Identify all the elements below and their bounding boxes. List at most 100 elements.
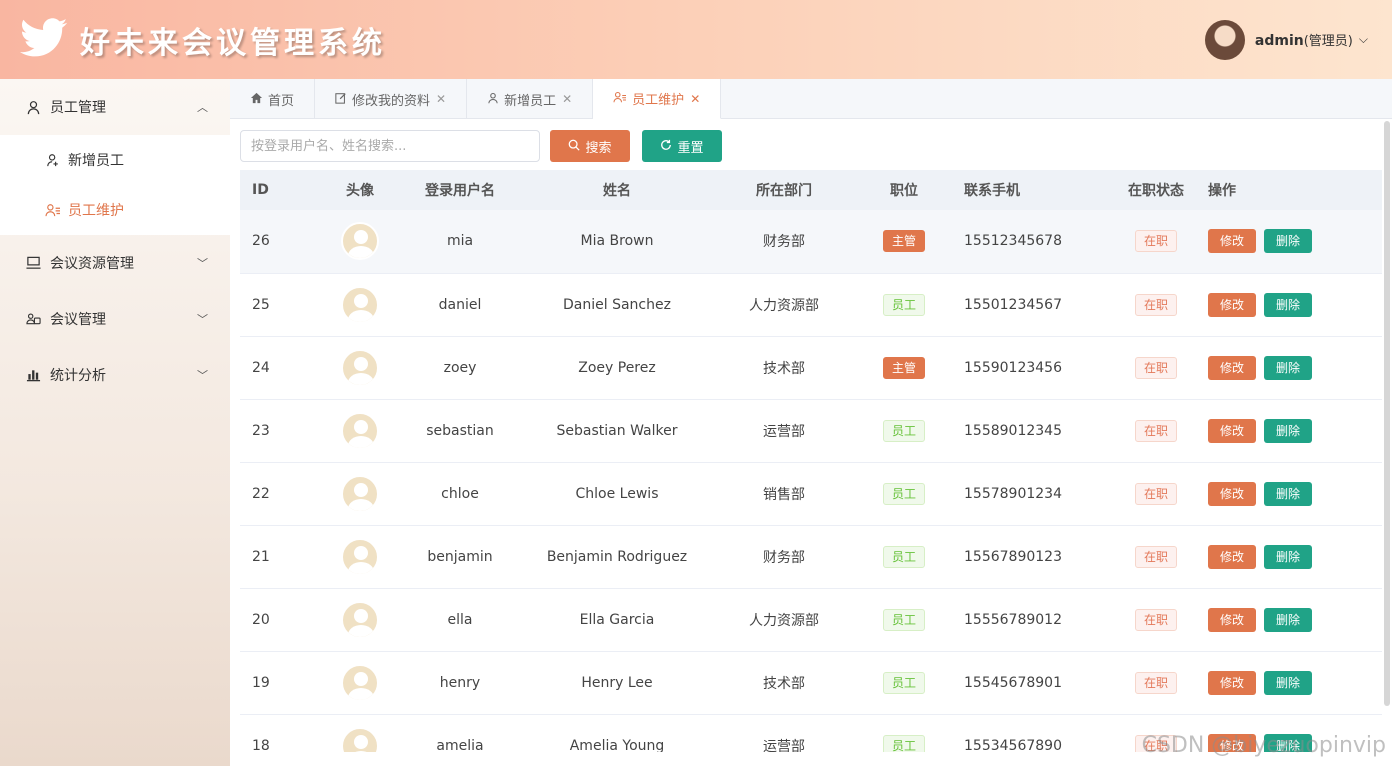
user-icon — [24, 100, 42, 115]
edit-button[interactable]: 修改 — [1208, 292, 1256, 317]
cell-name: Mia Brown — [580, 233, 654, 250]
table-row[interactable]: 24 zoey Zoey Perez 技术部 主管 15590123456 在职 修改 删除 — [240, 336, 1382, 399]
status-badge: 在职 — [1134, 671, 1177, 694]
brand: 好未来会议管理系统 — [0, 17, 386, 62]
table-row[interactable]: 23 sebastian Sebastian Walker 运营部 员工 15589012… — [240, 399, 1382, 462]
user-name[interactable]: admin(管理员) — [1255, 30, 1353, 49]
sidebar-group-meeting[interactable]: 会议管理 ﹀ — [0, 291, 230, 347]
cell-name: Daniel Sanchez — [563, 296, 671, 313]
app-header: 好未来会议管理系统 admin(管理员) ⌵ — [0, 0, 1392, 79]
chevron-down-icon: ﹀ — [197, 369, 208, 382]
edit-button[interactable]: 修改 — [1208, 607, 1256, 632]
cell-position: 员工 — [844, 714, 964, 752]
delete-button[interactable]: 删除 — [1264, 418, 1312, 443]
cell-id: 22 — [252, 485, 270, 502]
edit-button[interactable]: 修改 — [1208, 544, 1256, 569]
cell-phone: 15567890123 — [964, 548, 1062, 565]
reset-button[interactable]: 重置 — [642, 130, 722, 162]
cell-avatar — [310, 462, 410, 525]
search-input[interactable] — [240, 130, 540, 162]
cell-name: Chloe Lewis — [575, 485, 659, 502]
monitor-icon — [24, 256, 42, 270]
cell-position: 主管 — [844, 336, 964, 399]
column-header-position: 职位 — [890, 183, 918, 199]
employee-table: ID 头像 登录用户名 姓名 所在部门 职位 联系手机 在职状态 操作 26 mi… — [240, 170, 1382, 752]
cell-username: chloe — [441, 485, 479, 502]
column-header-dept: 所在部门 — [756, 183, 812, 199]
status-badge: 在职 — [1134, 608, 1177, 631]
cell-position: 员工 — [844, 525, 964, 588]
user-avatar[interactable] — [1204, 19, 1245, 60]
cell-status: 在职 — [1104, 462, 1208, 525]
users-edit-icon — [613, 91, 627, 106]
edit-button[interactable]: 修改 — [1208, 670, 1256, 695]
cell-status: 在职 — [1104, 525, 1208, 588]
cell-id: 23 — [252, 422, 270, 439]
edit-button[interactable]: 修改 — [1208, 418, 1256, 443]
tab-add-employee[interactable]: 新增员工 ✕ — [467, 79, 594, 119]
status-badge: 在职 — [1134, 482, 1177, 505]
edit-button[interactable]: 修改 — [1208, 481, 1256, 506]
vertical-scrollbar[interactable] — [1384, 121, 1390, 706]
delete-button[interactable]: 删除 — [1264, 481, 1312, 506]
cell-id: 24 — [252, 359, 270, 376]
tab-label: 修改我的资料 — [352, 93, 431, 109]
search-button[interactable]: 搜索 — [550, 130, 630, 162]
cell-dept: 技术部 — [763, 675, 805, 692]
cell-phone: 15534567890 — [964, 737, 1062, 753]
cell-position: 员工 — [844, 273, 964, 336]
cell-username: mia — [446, 233, 474, 250]
cell-name: Amelia Young — [569, 737, 665, 753]
cell-avatar — [310, 273, 410, 336]
delete-button[interactable]: 删除 — [1264, 607, 1312, 632]
cell-status: 在职 — [1104, 336, 1208, 399]
watermark: CSDN @biyezuopinvip — [1141, 733, 1386, 758]
sidebar-group-meeting-resources[interactable]: 会议资源管理 ﹀ — [0, 235, 230, 291]
close-icon[interactable]: ✕ — [690, 92, 700, 106]
table-row[interactable]: 19 henry Henry Lee 技术部 员工 15545678901 在职 修改 删除 — [240, 651, 1382, 714]
table-row[interactable]: 26 mia Mia Brown 财务部 主管 15512345678 在职 修改 删除 — [240, 210, 1382, 273]
delete-button[interactable]: 删除 — [1264, 670, 1312, 695]
cell-id: 20 — [252, 611, 270, 628]
search-toolbar: 搜索 重置 — [240, 130, 722, 162]
table-row[interactable]: 25 daniel Daniel Sanchez 人力资源部 员工 15501234567… — [240, 273, 1382, 336]
edit-button[interactable]: 修改 — [1208, 229, 1256, 254]
close-icon[interactable]: ✕ — [562, 92, 572, 106]
cell-name: Zoey Perez — [578, 359, 656, 376]
cell-avatar — [310, 651, 410, 714]
table-row[interactable]: 21 benjamin Benjamin Rodriguez 财务部 员工 1556789… — [240, 525, 1382, 588]
cell-actions: 修改 删除 — [1208, 462, 1382, 525]
cell-id: 19 — [252, 674, 270, 691]
delete-button[interactable]: 删除 — [1264, 292, 1312, 317]
column-header-phone: 联系手机 — [964, 183, 1020, 199]
column-header-status: 在职状态 — [1128, 183, 1184, 199]
chevron-down-icon[interactable]: ⌵ — [1359, 32, 1368, 47]
position-tag: 员工 — [882, 734, 925, 752]
sidebar-group-statistics[interactable]: 统计分析 ﹀ — [0, 347, 230, 403]
sidebar-group-employee[interactable]: 员工管理 ︿ — [0, 79, 230, 135]
status-badge: 在职 — [1134, 545, 1177, 568]
chevron-down-icon: ﹀ — [197, 257, 208, 270]
cell-name: Benjamin Rodriguez — [546, 548, 688, 565]
edit-button[interactable]: 修改 — [1208, 355, 1256, 380]
sidebar-item-add-employee[interactable]: 新增员工 — [0, 135, 230, 185]
delete-button[interactable]: 删除 — [1264, 229, 1312, 254]
cell-id: 21 — [252, 548, 270, 565]
delete-button[interactable]: 删除 — [1264, 355, 1312, 380]
close-icon[interactable]: ✕ — [436, 92, 446, 106]
table-row[interactable]: 20 ella Ella Garcia 人力资源部 员工 15556789012 在职 修改删… — [240, 588, 1382, 651]
user-menu[interactable]: admin(管理员) ⌵ — [1204, 19, 1392, 60]
cell-status: 在职 — [1104, 588, 1208, 651]
cell-id: 18 — [252, 737, 270, 753]
cell-phone: 15501234567 — [964, 296, 1062, 313]
tab-home[interactable]: 首页 — [230, 79, 316, 119]
tab-employee-maintain[interactable]: 员工维护 ✕ — [593, 79, 722, 119]
position-tag: 员工 — [882, 482, 925, 505]
delete-button[interactable]: 删除 — [1264, 544, 1312, 569]
tab-edit-profile[interactable]: 修改我的资料 ✕ — [315, 79, 468, 119]
cell-status: 在职 — [1104, 399, 1208, 462]
table-row[interactable]: 22 chloe Chloe Lewis 销售部 员工 15578901234 在职 修改 删除 — [240, 462, 1382, 525]
sidebar-item-employee-maintain[interactable]: 员工维护 — [0, 185, 230, 235]
cell-username: ella — [447, 611, 473, 628]
column-header-id[interactable]: ID — [240, 170, 310, 210]
